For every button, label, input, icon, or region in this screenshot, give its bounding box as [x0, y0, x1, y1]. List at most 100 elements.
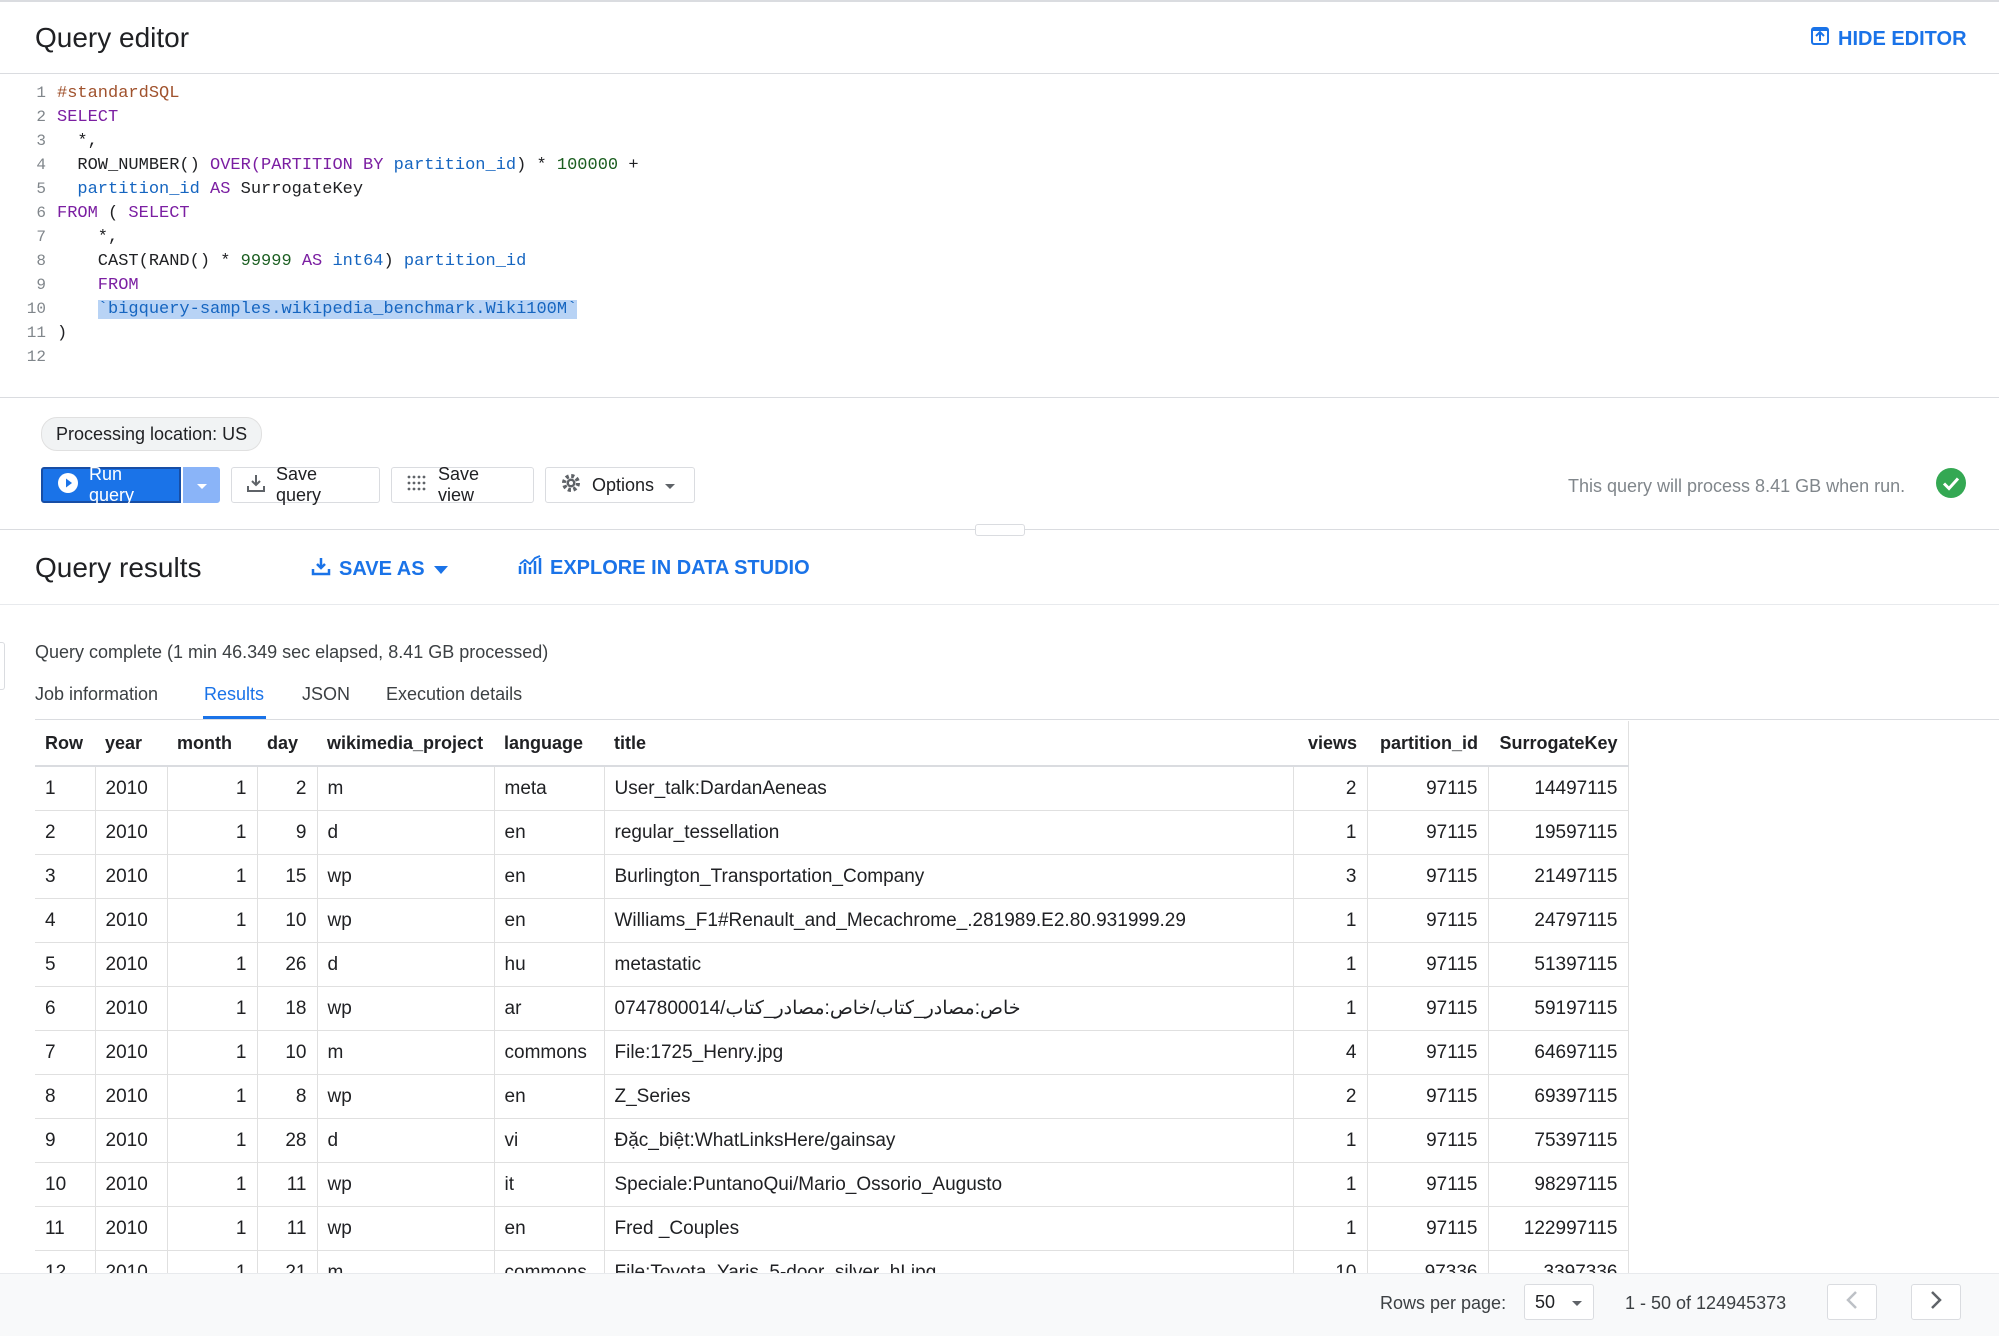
line-number: 9	[36, 276, 46, 294]
table-cell: wp	[317, 1206, 495, 1251]
code-line: *,	[57, 228, 119, 247]
table-cell: 2010	[95, 1162, 168, 1207]
table-cell: 2	[257, 766, 318, 811]
side-panel-toggle[interactable]	[0, 642, 5, 690]
save-view-button[interactable]: Save view	[391, 464, 534, 505]
save-query-button[interactable]: Save query	[231, 464, 380, 505]
selected-table-reference: `bigquery-samples.wikipedia_benchmark.Wi…	[97, 300, 578, 319]
table-cell: wp	[317, 854, 495, 899]
table-row: 6 2010 1 18 wp ar خاص:مصادر_كتاب/خاص:مصادر_كتا…	[35, 986, 1629, 1031]
resize-handle[interactable]	[975, 524, 1025, 536]
table-cell: 1	[167, 1074, 258, 1119]
table-cell: commons	[494, 1030, 605, 1075]
run-query-button[interactable]: Run query	[41, 464, 181, 505]
caret-down-icon	[433, 558, 449, 581]
code-line: ROW_NUMBER() OVER(PARTITION BY partition…	[57, 156, 639, 175]
results-table-body: 1 2010 1 2 m meta User_talk:DardanAeneas 2 97115…	[35, 766, 1629, 1273]
line-number: 6	[36, 204, 46, 222]
table-cell: 15	[257, 854, 318, 899]
chevron-down-icon	[196, 475, 208, 496]
table-cell: 97115	[1367, 810, 1489, 855]
table-cell: 10	[1293, 1250, 1368, 1273]
table-cell: Đặc_biệt:WhatLinksHere/gainsay	[604, 1118, 1294, 1163]
table-header-row: Row year month day wikimedia_project lan…	[35, 721, 1629, 767]
previous-page-button[interactable]	[1827, 1284, 1877, 1320]
code-line: SELECT	[57, 108, 118, 127]
options-label: Options	[592, 474, 655, 495]
keyword-token: SELECT	[57, 108, 119, 127]
save-as-button[interactable]: SAVE AS	[311, 556, 449, 582]
table-cell: ar	[494, 986, 605, 1031]
table-cell: 2	[1293, 766, 1368, 811]
identifier-token: partition_id	[57, 180, 211, 199]
column-header: wikimedia_project	[317, 721, 494, 767]
code-token: )	[383, 252, 404, 271]
process-estimate-text: This query will process 8.41 GB when run…	[1568, 476, 1906, 496]
table-cell: 122997115	[1488, 1206, 1629, 1251]
table-cell: 69397115	[1488, 1074, 1629, 1119]
table-cell: en	[494, 1206, 605, 1251]
tab-job-information[interactable]: Job information	[35, 684, 158, 705]
play-icon	[57, 472, 79, 499]
table-cell: Williams_F1#Renault_and_Mecachrome_.2819…	[604, 898, 1294, 943]
number-token: 100000	[556, 156, 619, 175]
table-cell: d	[317, 942, 495, 987]
line-number: 1	[36, 84, 46, 102]
table-cell: d	[317, 810, 495, 855]
table-cell: meta	[494, 766, 605, 811]
collapse-icon	[1810, 26, 1830, 52]
table-cell: 97115	[1367, 986, 1489, 1031]
code-token: +	[618, 156, 639, 175]
code-token: ROW_NUMBER()	[57, 156, 211, 175]
hide-editor-button[interactable]: HIDE EDITOR	[1810, 26, 1967, 52]
table-cell: 1	[167, 898, 258, 943]
tab-results[interactable]: Results	[204, 684, 264, 705]
table-cell: wp	[317, 898, 495, 943]
table-cell: 11	[257, 1162, 318, 1207]
table-cell: خاص:مصادر_كتاب/خاص:مصادر_كتاب/0747800014	[604, 986, 1294, 1031]
results-table-container[interactable]: Row year month day wikimedia_project lan…	[35, 721, 1999, 1273]
download-icon	[246, 473, 266, 498]
rows-per-page-select[interactable]: 50	[1524, 1284, 1594, 1320]
table-cell: 98297115	[1488, 1162, 1629, 1207]
table-cell: 2	[1293, 1074, 1368, 1119]
run-options-dropdown[interactable]	[183, 467, 220, 503]
code-line: #standardSQL	[57, 84, 179, 103]
table-cell: 14497115	[1488, 766, 1629, 811]
table-cell: 1	[167, 1030, 258, 1075]
table-cell: hu	[494, 942, 605, 987]
line-number: 10	[26, 300, 46, 318]
keyword-token: AS	[301, 252, 333, 271]
line-number: 5	[36, 180, 46, 198]
table-cell: 28	[257, 1118, 318, 1163]
identifier-token: int64	[332, 252, 384, 271]
column-header: day	[257, 721, 317, 767]
sql-editor[interactable]: 1 2 3 4 5 6 7 8 9 10 11 12 #standardSQL …	[0, 74, 1999, 397]
table-cell: 18	[257, 986, 318, 1031]
line-number: 2	[36, 108, 46, 126]
column-header: title	[604, 721, 1293, 767]
table-cell: 2010	[95, 1074, 168, 1119]
next-page-button[interactable]	[1911, 1284, 1961, 1320]
table-cell: it	[494, 1162, 605, 1207]
table-cell: 64697115	[1488, 1030, 1629, 1075]
column-header: language	[494, 721, 604, 767]
table-cell: File:1725_Henry.jpg	[604, 1030, 1294, 1075]
options-button[interactable]: Options	[545, 467, 695, 503]
chevron-left-icon	[1846, 1290, 1858, 1315]
explore-data-studio-button[interactable]: EXPLORE IN DATA STUDIO	[518, 555, 810, 581]
table-cell: 6	[35, 986, 96, 1031]
table-cell: Z_Series	[604, 1074, 1294, 1119]
processing-location-chip[interactable]: Processing location: US	[41, 417, 263, 451]
table-cell: 2010	[95, 986, 168, 1031]
tab-execution-details[interactable]: Execution details	[386, 684, 522, 705]
table-cell: 3397336	[1488, 1250, 1629, 1273]
tab-json[interactable]: JSON	[302, 684, 350, 705]
table-cell: 1	[167, 986, 258, 1031]
table-cell: 8	[257, 1074, 318, 1119]
table-cell: 1	[1293, 898, 1368, 943]
table-cell: 97115	[1367, 1162, 1489, 1207]
table-cell: 97336	[1367, 1250, 1489, 1273]
code-line: FROM ( SELECT	[57, 204, 190, 223]
chart-icon	[518, 555, 542, 581]
